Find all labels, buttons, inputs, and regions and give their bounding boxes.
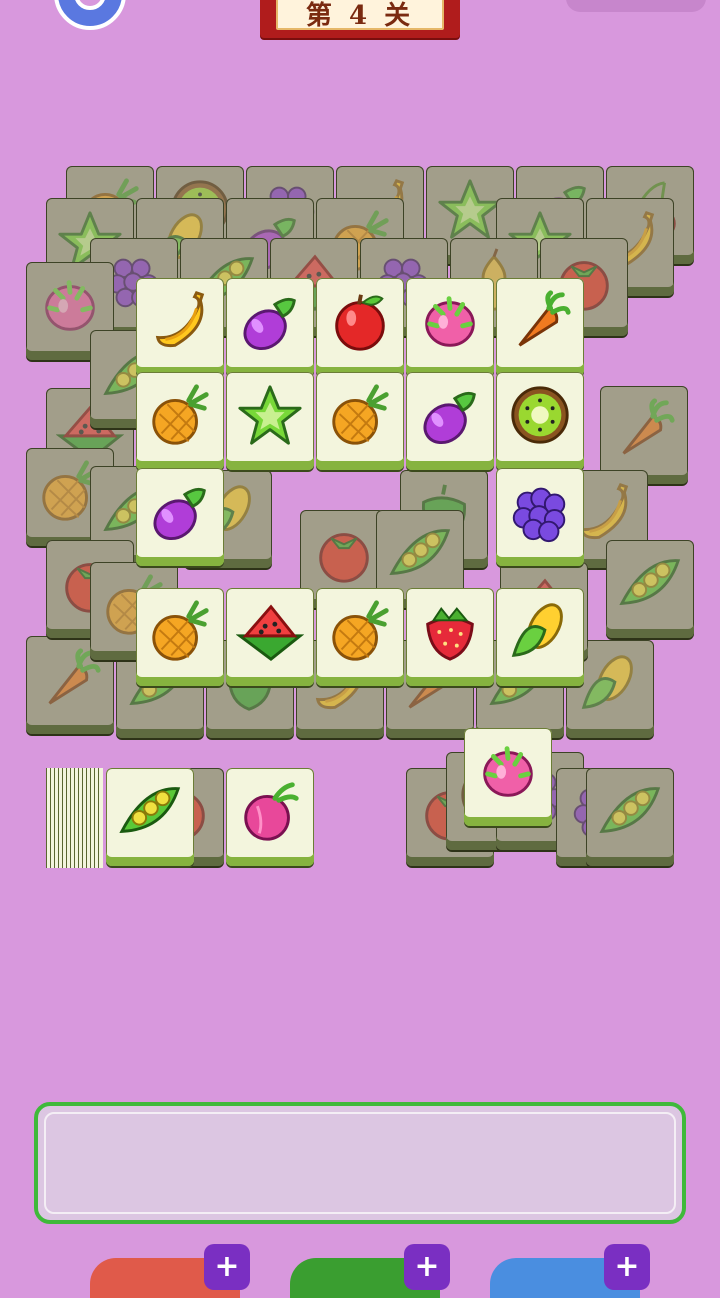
hint-plus-badge[interactable]: + (404, 1244, 450, 1290)
tile-pineapple[interactable] (136, 372, 224, 470)
pea-pod-icon (596, 776, 664, 846)
tile-banana[interactable] (136, 278, 224, 376)
tile-pineapple[interactable] (316, 588, 404, 686)
blackberry-icon (506, 476, 574, 546)
eggplant-icon (236, 286, 304, 356)
undo-powerup-button[interactable]: + (90, 1244, 250, 1298)
carrot-icon (610, 394, 678, 464)
strawberry-icon (416, 596, 484, 666)
shuffle-powerup-button[interactable]: + (490, 1244, 650, 1298)
pineapple-icon (146, 380, 214, 450)
kiwi-icon (506, 380, 574, 450)
deck-top-tile[interactable] (106, 768, 194, 866)
pea-pod-icon (116, 776, 184, 846)
dragon-fruit-icon (416, 286, 484, 356)
tile-pineapple[interactable] (316, 372, 404, 470)
corn-icon (506, 596, 574, 666)
pineapple-icon (146, 596, 214, 666)
buried-tile (606, 540, 694, 638)
tile-carrot[interactable] (496, 278, 584, 376)
deck-card-edge (98, 768, 103, 868)
onion-icon (236, 776, 304, 846)
pea-pod-icon (386, 518, 454, 588)
shuffle-plus-badge[interactable]: + (604, 1244, 650, 1290)
tile-dragon-fruit[interactable] (406, 278, 494, 376)
star-fruit-icon (236, 380, 304, 450)
tile-watermelon[interactable] (226, 588, 314, 686)
tile-apple[interactable] (316, 278, 404, 376)
apple-icon (326, 286, 394, 356)
tile-kiwi[interactable] (496, 372, 584, 470)
pea-pod-icon (616, 548, 684, 618)
pineapple-icon (326, 380, 394, 450)
tile-eggplant[interactable] (406, 372, 494, 470)
deck-next-tile[interactable] (226, 768, 314, 866)
eggplant-icon (416, 380, 484, 450)
star-fruit-icon (436, 174, 504, 244)
corn-icon (576, 648, 644, 718)
eggplant-icon (146, 476, 214, 546)
dragon-fruit-icon (474, 736, 542, 806)
tile-eggplant[interactable] (226, 278, 314, 376)
watermelon-icon (236, 596, 304, 666)
side-stack-top-tile[interactable] (464, 728, 552, 826)
tomato-icon (310, 518, 378, 588)
tile-eggplant[interactable] (136, 468, 224, 566)
undo-plus-badge[interactable]: + (204, 1244, 250, 1290)
tile-strawberry[interactable] (406, 588, 494, 686)
tile-board (0, 0, 720, 1100)
tile-blackberry[interactable] (496, 468, 584, 566)
hint-powerup-button[interactable]: + (290, 1244, 450, 1298)
tile-star-fruit[interactable] (226, 372, 314, 470)
carrot-icon (506, 286, 574, 356)
tile-corn[interactable] (496, 588, 584, 686)
tile-tray (34, 1102, 686, 1224)
buried-tile (586, 768, 674, 866)
tile-pineapple[interactable] (136, 588, 224, 686)
pineapple-icon (326, 596, 394, 666)
banana-icon (146, 286, 214, 356)
